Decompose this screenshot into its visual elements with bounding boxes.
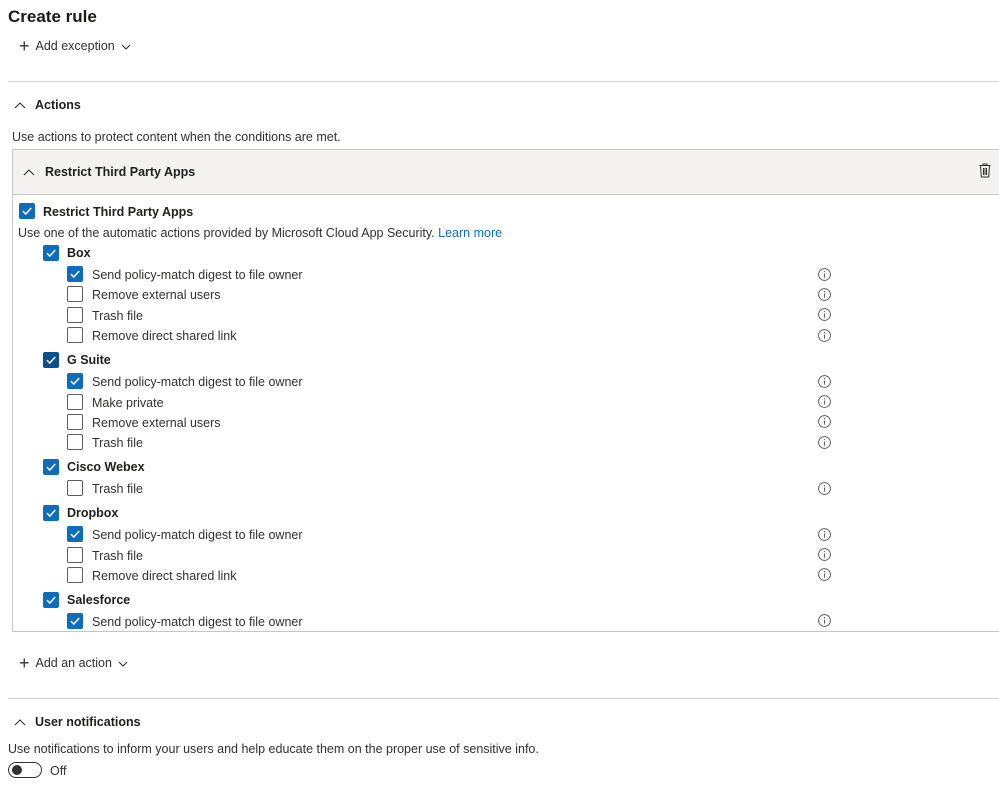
panel-description-text: Use one of the automatic actions provide…: [18, 226, 435, 240]
option-label: Send policy-match digest to file owner: [92, 268, 303, 282]
info-icon[interactable]: [818, 328, 831, 342]
option-checkbox[interactable]: [67, 434, 83, 451]
option-checkbox[interactable]: [67, 266, 83, 282]
info-icon[interactable]: [818, 395, 831, 408]
option-checkbox[interactable]: [67, 480, 83, 497]
option-label: Trash file: [92, 308, 143, 323]
info-icon[interactable]: [818, 568, 831, 582]
info-icon[interactable]: [818, 435, 831, 449]
restrict-apps-checkbox[interactable]: [19, 203, 35, 219]
app-label: G Suite: [67, 353, 111, 368]
option-checkbox[interactable]: [67, 373, 83, 390]
notifications-section-title: User notifications: [35, 715, 141, 729]
panel-title: Restrict Third Party Apps: [45, 165, 196, 179]
option-label: Send policy-match digest to file owner: [92, 375, 303, 390]
option-label: Send policy-match digest to file owner: [92, 528, 303, 543]
chevron-up-icon: [14, 98, 26, 112]
trash-icon[interactable]: [979, 163, 991, 183]
notifications-description: Use notifications to inform your users a…: [8, 742, 539, 756]
divider: [8, 81, 999, 82]
option-label: Remove external users: [92, 415, 221, 430]
option-checkbox[interactable]: [67, 612, 83, 629]
option-checkbox[interactable]: [67, 546, 83, 563]
info-icon[interactable]: [818, 481, 831, 495]
option-label: Make private: [92, 395, 164, 410]
app-checkbox[interactable]: [43, 591, 59, 608]
info-icon[interactable]: [818, 614, 831, 628]
option-checkbox[interactable]: [67, 286, 83, 303]
option-label: Trash file: [92, 548, 143, 563]
option-label: Remove direct shared link: [92, 568, 237, 583]
option-checkbox[interactable]: [67, 306, 83, 323]
actions-description: Use actions to protect content when the …: [12, 130, 341, 144]
app-checkbox[interactable]: [43, 459, 59, 476]
info-icon[interactable]: [818, 267, 831, 281]
app-label: Dropbox: [67, 506, 119, 521]
option-checkbox[interactable]: [67, 393, 83, 410]
app-checkbox[interactable]: [43, 505, 59, 522]
info-icon[interactable]: [818, 374, 831, 388]
info-icon[interactable]: [818, 415, 831, 429]
chevron-up-icon: [23, 165, 35, 179]
option-checkbox[interactable]: [67, 327, 83, 344]
option-checkbox[interactable]: [67, 413, 83, 430]
app-label: Salesforce: [67, 592, 131, 607]
chevron-down-icon: [121, 39, 131, 53]
toggle-knob: [12, 765, 22, 775]
add-exception-button[interactable]: + Add exception: [19, 36, 131, 56]
app-checkbox[interactable]: [43, 245, 59, 261]
app-label: Cisco Webex: [67, 460, 145, 475]
toggle-state-label: Off: [50, 764, 67, 778]
learn-more-link[interactable]: Learn more: [438, 226, 502, 240]
actions-section-title: Actions: [35, 98, 81, 112]
option-label: Remove external users: [92, 288, 221, 303]
restrict-apps-checkbox-label: Restrict Third Party Apps: [43, 205, 194, 219]
info-icon[interactable]: [818, 548, 831, 561]
plus-icon: +: [19, 36, 30, 56]
chevron-down-icon: [118, 656, 128, 670]
add-action-label: Add an action: [35, 656, 112, 670]
plus-icon: +: [19, 653, 30, 673]
option-checkbox[interactable]: [67, 526, 83, 543]
divider: [8, 698, 999, 699]
actions-section-toggle[interactable]: Actions: [14, 98, 81, 112]
option-label: Send policy-match digest to file owner: [92, 614, 303, 629]
option-label: Trash file: [92, 482, 143, 497]
add-action-button[interactable]: + Add an action: [19, 653, 128, 673]
option-checkbox[interactable]: [67, 566, 83, 583]
option-label: Trash file: [92, 436, 143, 451]
page-title: Create rule: [8, 7, 97, 26]
notifications-toggle[interactable]: [8, 762, 42, 778]
panel-description: Use one of the automatic actions provide…: [18, 226, 502, 240]
app-label: Box: [67, 246, 91, 260]
notifications-section-toggle[interactable]: User notifications: [14, 715, 141, 729]
info-icon[interactable]: [818, 308, 831, 322]
panel-collapse-toggle[interactable]: Restrict Third Party Apps: [23, 165, 195, 179]
app-checkbox[interactable]: [43, 352, 59, 369]
add-exception-label: Add exception: [35, 39, 115, 53]
info-icon[interactable]: [818, 287, 831, 301]
option-label: Remove direct shared link: [92, 329, 237, 344]
restrict-apps-panel: Restrict Third Party Apps Restrict Third…: [12, 149, 999, 632]
panel-header: Restrict Third Party Apps: [13, 150, 999, 195]
info-icon[interactable]: [818, 527, 831, 541]
chevron-up-icon: [14, 715, 26, 729]
